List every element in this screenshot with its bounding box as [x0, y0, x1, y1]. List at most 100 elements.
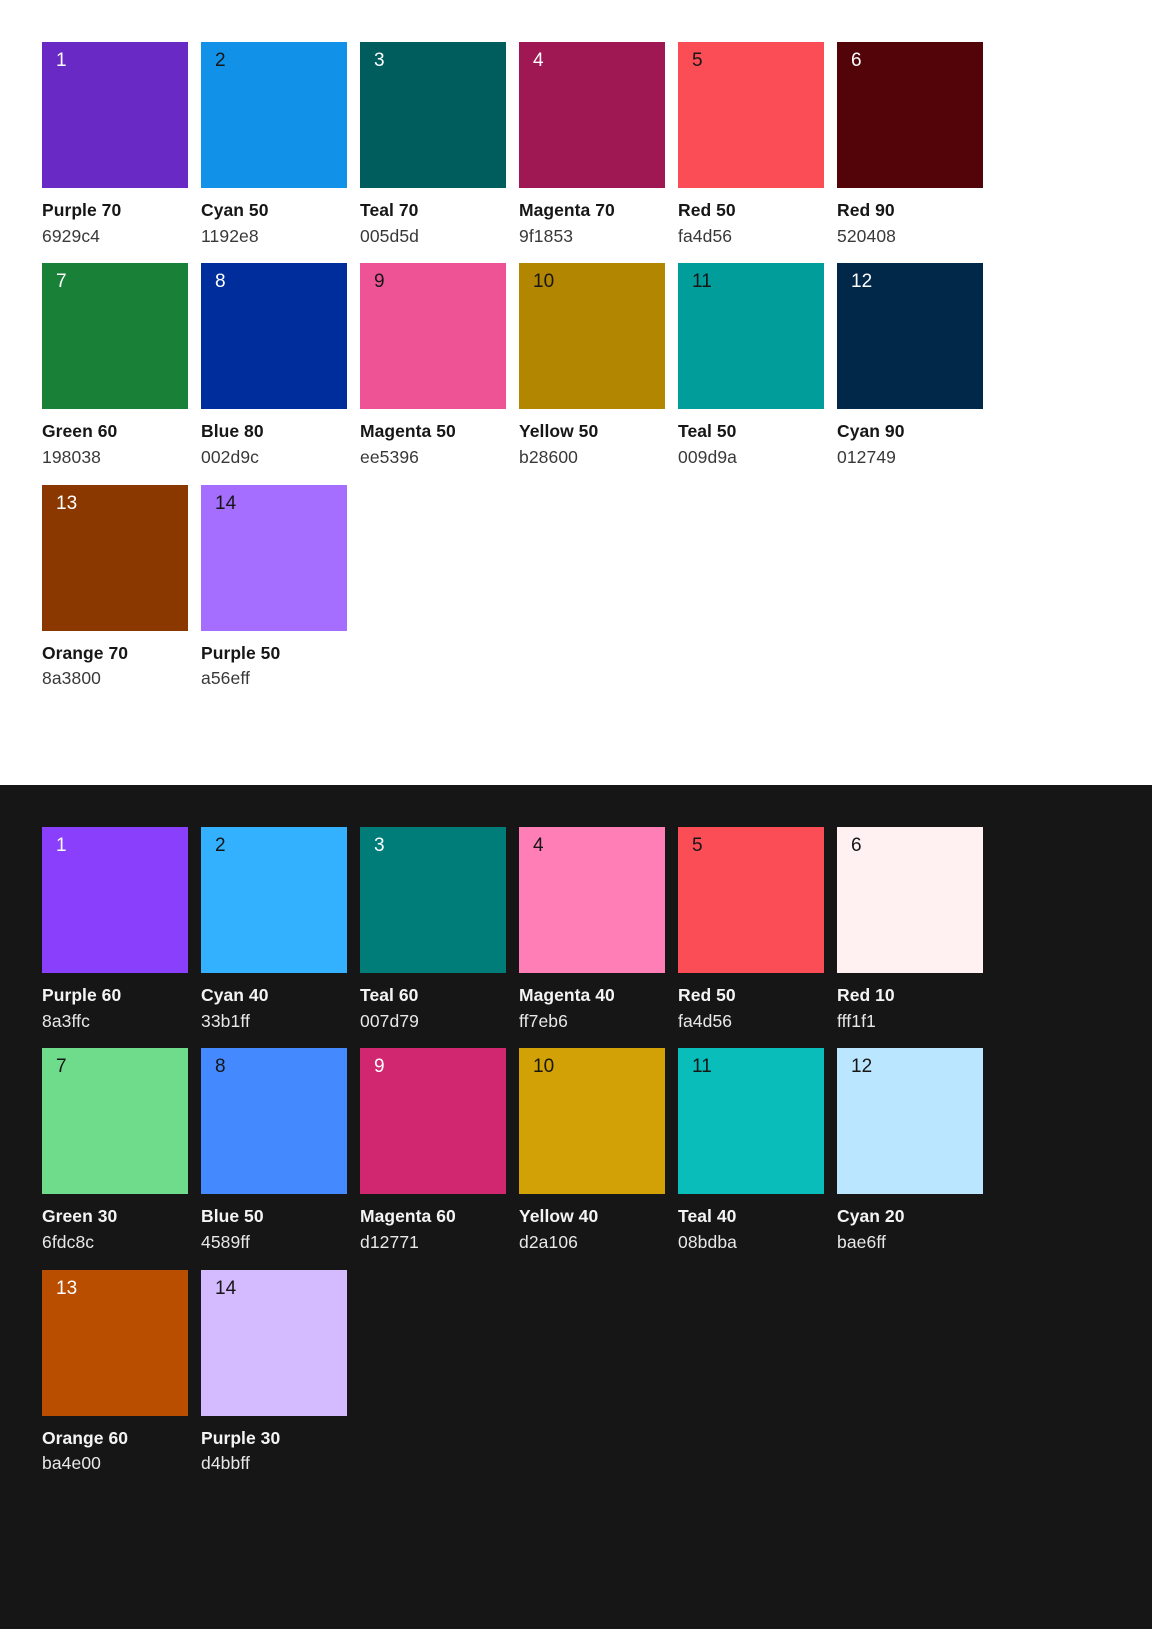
color-swatch-cell[interactable]: 5 Red 50 fa4d56: [678, 42, 824, 248]
color-swatch-cell[interactable]: 9 Magenta 60 d12771: [360, 1048, 506, 1254]
color-swatch-chip[interactable]: 3: [360, 42, 506, 188]
swatch-name-label: Magenta 50: [360, 421, 456, 442]
color-swatch-cell[interactable]: 4 Magenta 40 ff7eb6: [519, 827, 665, 1033]
color-swatch-chip[interactable]: 6: [837, 42, 983, 188]
color-swatch-cell[interactable]: 4 Magenta 70 9f1853: [519, 42, 665, 248]
color-swatch-cell[interactable]: 6 Red 90 520408: [837, 42, 983, 248]
color-swatch-cell[interactable]: 7 Green 60 198038: [42, 263, 188, 469]
color-swatch-chip[interactable]: 13: [42, 1269, 188, 1416]
color-swatch-chip[interactable]: 6: [837, 827, 983, 973]
color-swatch-cell[interactable]: 11 Teal 50 009d9a: [678, 263, 824, 469]
color-swatch-chip[interactable]: 8: [201, 1048, 347, 1195]
color-swatch-chip[interactable]: 2: [201, 827, 347, 973]
color-palette-page: 1 Purple 70 6929c4 2 Cyan 50 1192e8 3 Teal 70 00…: [0, 0, 1152, 1629]
swatch-hex-value: d12771: [360, 1231, 419, 1252]
swatch-hex-value: ba4e00: [42, 1453, 101, 1474]
color-swatch-chip[interactable]: 10: [519, 1048, 665, 1195]
color-swatch-cell[interactable]: 2 Cyan 40 33b1ff: [201, 827, 347, 1033]
swatch-hex-value: 012749: [837, 446, 896, 467]
swatch-name-label: Yellow 50: [519, 421, 599, 442]
color-swatch-cell[interactable]: 10 Yellow 50 b28600: [519, 263, 665, 469]
swatch-hex-value: b28600: [519, 446, 578, 467]
swatch-name-label: Magenta 60: [360, 1206, 456, 1227]
swatch-name-label: Purple 30: [201, 1427, 281, 1448]
swatch-index-label: 6: [851, 835, 862, 856]
color-swatch-chip[interactable]: 5: [678, 42, 824, 188]
swatch-name-label: Blue 50: [201, 1206, 264, 1227]
swatch-name-label: Cyan 40: [201, 985, 269, 1005]
color-swatch-cell[interactable]: 8 Blue 50 4589ff: [201, 1048, 347, 1254]
dark-swatch-grid: 1 Purple 60 8a3ffc 2 Cyan 40 33b1ff 3 Teal 60 00…: [42, 827, 983, 1476]
color-swatch-cell[interactable]: 3 Teal 70 005d5d: [360, 42, 506, 248]
color-swatch-chip[interactable]: 1: [42, 827, 188, 973]
color-swatch-chip[interactable]: 13: [42, 484, 188, 631]
color-swatch-cell[interactable]: 13 Orange 60 ba4e00: [42, 1269, 188, 1476]
color-swatch-chip[interactable]: 12: [837, 1048, 983, 1195]
swatch-index-label: 7: [56, 1056, 67, 1078]
color-swatch-cell[interactable]: 1 Purple 70 6929c4: [42, 42, 188, 248]
swatch-index-label: 4: [533, 835, 544, 856]
color-swatch-chip[interactable]: 9: [360, 1048, 506, 1195]
color-swatch-chip[interactable]: 7: [42, 263, 188, 410]
color-swatch-chip[interactable]: 5: [678, 827, 824, 973]
swatch-hex-value: ee5396: [360, 446, 419, 467]
swatch-hex-value: d4bbff: [201, 1453, 250, 1474]
swatch-name-label: Yellow 40: [519, 1206, 599, 1227]
color-swatch-chip[interactable]: 12: [837, 263, 983, 410]
color-swatch-chip[interactable]: 14: [201, 484, 347, 631]
color-swatch-cell[interactable]: 6 Red 10 fff1f1: [837, 827, 983, 1033]
swatch-index-label: 1: [56, 835, 67, 856]
color-swatch-cell[interactable]: 14 Purple 30 d4bbff: [201, 1269, 347, 1476]
swatch-name-label: Magenta 70: [519, 200, 615, 220]
swatch-hex-value: fa4d56: [678, 1010, 733, 1031]
swatch-index-label: 7: [56, 271, 67, 293]
color-swatch-chip[interactable]: 9: [360, 263, 506, 410]
swatch-hex-value: 6929c4: [42, 225, 101, 246]
color-swatch-chip[interactable]: 14: [201, 1269, 347, 1416]
swatch-hex-value: 520408: [837, 225, 896, 246]
dark-theme-palette-section: 1 Purple 60 8a3ffc 2 Cyan 40 33b1ff 3 Teal 60 00…: [0, 785, 1152, 1629]
color-swatch-chip[interactable]: 4: [519, 42, 665, 188]
color-swatch-cell[interactable]: 12 Cyan 20 bae6ff: [837, 1048, 983, 1254]
color-swatch-cell[interactable]: 7 Green 30 6fdc8c: [42, 1048, 188, 1254]
swatch-index-label: 12: [851, 1056, 873, 1078]
color-swatch-chip[interactable]: 3: [360, 827, 506, 973]
color-swatch-chip[interactable]: 10: [519, 263, 665, 410]
swatch-name-label: Orange 70: [42, 642, 129, 663]
swatch-name-label: Blue 80: [201, 421, 264, 442]
swatch-name-label: Teal 50: [678, 421, 737, 442]
light-swatch-grid: 1 Purple 70 6929c4 2 Cyan 50 1192e8 3 Teal 70 00…: [42, 42, 983, 691]
swatch-index-label: 10: [533, 1056, 555, 1078]
color-swatch-cell[interactable]: 5 Red 50 fa4d56: [678, 827, 824, 1033]
color-swatch-chip[interactable]: 2: [201, 42, 347, 188]
color-swatch-cell[interactable]: 10 Yellow 40 d2a106: [519, 1048, 665, 1254]
swatch-hex-value: d2a106: [519, 1231, 578, 1252]
color-swatch-chip[interactable]: 11: [678, 263, 824, 410]
swatch-hex-value: fa4d56: [678, 225, 733, 246]
swatch-index-label: 9: [374, 271, 385, 293]
color-swatch-cell[interactable]: 12 Cyan 90 012749: [837, 263, 983, 469]
color-swatch-chip[interactable]: 11: [678, 1048, 824, 1195]
swatch-hex-value: 08bdba: [678, 1231, 737, 1252]
swatch-index-label: 11: [692, 271, 712, 293]
color-swatch-cell[interactable]: 1 Purple 60 8a3ffc: [42, 827, 188, 1033]
swatch-index-label: 5: [692, 835, 703, 856]
color-swatch-chip[interactable]: 4: [519, 827, 665, 973]
color-swatch-cell[interactable]: 2 Cyan 50 1192e8: [201, 42, 347, 248]
color-swatch-chip[interactable]: 8: [201, 263, 347, 410]
swatch-index-label: 2: [215, 50, 226, 71]
swatch-hex-value: a56eff: [201, 668, 250, 689]
color-swatch-cell[interactable]: 3 Teal 60 007d79: [360, 827, 506, 1033]
swatch-name-label: Red 50: [678, 200, 736, 220]
color-swatch-cell[interactable]: 8 Blue 80 002d9c: [201, 263, 347, 469]
swatch-hex-value: 007d79: [360, 1010, 419, 1031]
color-swatch-cell[interactable]: 11 Teal 40 08bdba: [678, 1048, 824, 1254]
swatch-name-label: Red 10: [837, 985, 895, 1005]
swatch-name-label: Teal 60: [360, 985, 419, 1005]
color-swatch-chip[interactable]: 7: [42, 1048, 188, 1195]
color-swatch-cell[interactable]: 9 Magenta 50 ee5396: [360, 263, 506, 469]
color-swatch-cell[interactable]: 13 Orange 70 8a3800: [42, 484, 188, 691]
color-swatch-cell[interactable]: 14 Purple 50 a56eff: [201, 484, 347, 691]
swatch-index-label: 8: [215, 271, 226, 293]
color-swatch-chip[interactable]: 1: [42, 42, 188, 188]
